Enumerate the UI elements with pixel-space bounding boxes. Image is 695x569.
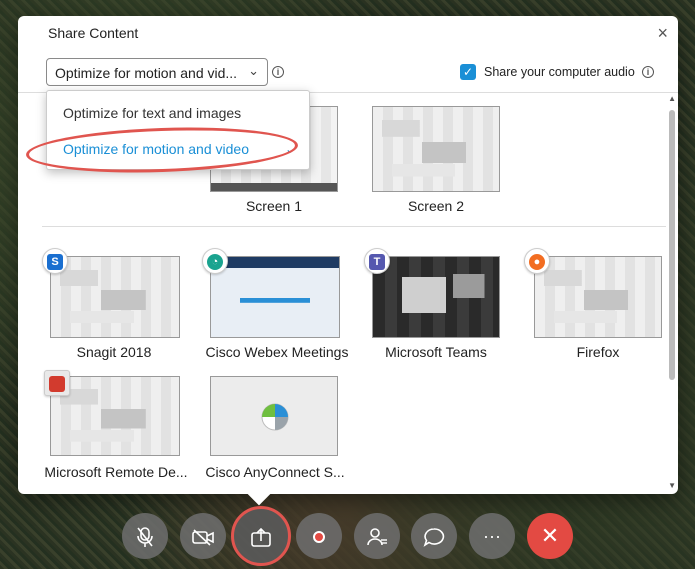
webex-icon: ◔ [202, 248, 228, 274]
firefox-icon: ● [524, 248, 550, 274]
dialog-title: Share Content [48, 25, 139, 41]
app-tile-webex[interactable]: ◔ Cisco Webex Meetings [202, 248, 350, 362]
app-label: Snagit 2018 [76, 344, 152, 360]
app-tile-snagit[interactable]: S Snagit 2018 [42, 248, 182, 362]
scroll-up-icon[interactable]: ▲ [668, 94, 676, 103]
mute-button[interactable] [122, 513, 168, 559]
app-thumbnail [210, 376, 338, 456]
app-thumbnail [50, 256, 180, 338]
share-icon [251, 528, 271, 548]
chat-button[interactable] [411, 513, 457, 559]
app-tile-anyconnect[interactable]: Cisco AnyConnect S... [204, 374, 354, 484]
share-button[interactable] [231, 506, 291, 566]
end-meeting-button[interactable]: ✕ [527, 513, 573, 559]
chat-icon [423, 528, 445, 548]
screen-thumbnail [372, 106, 500, 192]
share-audio-label: Share your computer audio [484, 65, 635, 79]
app-thumbnail [210, 256, 340, 338]
info-icon[interactable]: i [642, 66, 654, 78]
screen-label: Screen 1 [245, 198, 303, 214]
screen-tile[interactable]: Screen 2 [370, 106, 502, 218]
more-icon: ··· [483, 526, 501, 546]
snagit-icon: S [42, 248, 68, 274]
app-tile-firefox[interactable]: ● Firefox [524, 248, 666, 362]
more-options-button[interactable]: ··· [469, 513, 515, 559]
remote-desktop-icon [44, 370, 70, 396]
microphone-muted-icon [137, 527, 153, 548]
teams-icon: T [364, 248, 390, 274]
optimize-select[interactable]: Optimize for motion and vid... ⌄ [46, 58, 268, 86]
anyconnect-icon [261, 403, 289, 431]
screen-label: Screen 2 [407, 198, 465, 214]
taskbar [211, 183, 337, 191]
close-icon: ✕ [540, 523, 560, 548]
optimize-select-value: Optimize for motion and vid... [55, 65, 238, 81]
option-text-and-images[interactable]: Optimize for text and images [63, 105, 241, 121]
record-icon [313, 531, 325, 544]
scroll-thumb[interactable] [669, 110, 675, 380]
participants-icon [367, 528, 387, 546]
scroll-down-icon[interactable]: ▼ [668, 481, 676, 490]
app-tile-teams[interactable]: T Microsoft Teams [364, 248, 506, 362]
app-label: Microsoft Teams [385, 344, 487, 360]
close-button[interactable]: × [657, 24, 668, 42]
record-button[interactable] [296, 513, 342, 559]
app-thumbnail [534, 256, 662, 338]
divider [42, 226, 666, 227]
video-button[interactable] [180, 513, 226, 559]
app-label: Cisco AnyConnect S... [205, 464, 345, 480]
share-content-dialog: Share Content × Optimize for motion and … [18, 16, 678, 494]
app-thumbnail [372, 256, 500, 338]
meeting-toolbar: ··· ✕ [0, 506, 695, 566]
share-audio-checkbox[interactable]: ✓ [460, 64, 476, 80]
scrollbar[interactable]: ▲ ▼ [668, 94, 676, 492]
app-tile-remote-desktop[interactable]: Microsoft Remote De... [42, 370, 190, 482]
participants-button[interactable] [354, 513, 400, 559]
app-label: Firefox [576, 344, 620, 360]
app-label: Cisco Webex Meetings [205, 344, 349, 360]
chevron-down-icon: ⌄ [248, 63, 259, 78]
app-label: Microsoft Remote De... [44, 464, 188, 480]
info-icon[interactable]: i [272, 66, 284, 78]
video-off-icon [192, 529, 214, 546]
